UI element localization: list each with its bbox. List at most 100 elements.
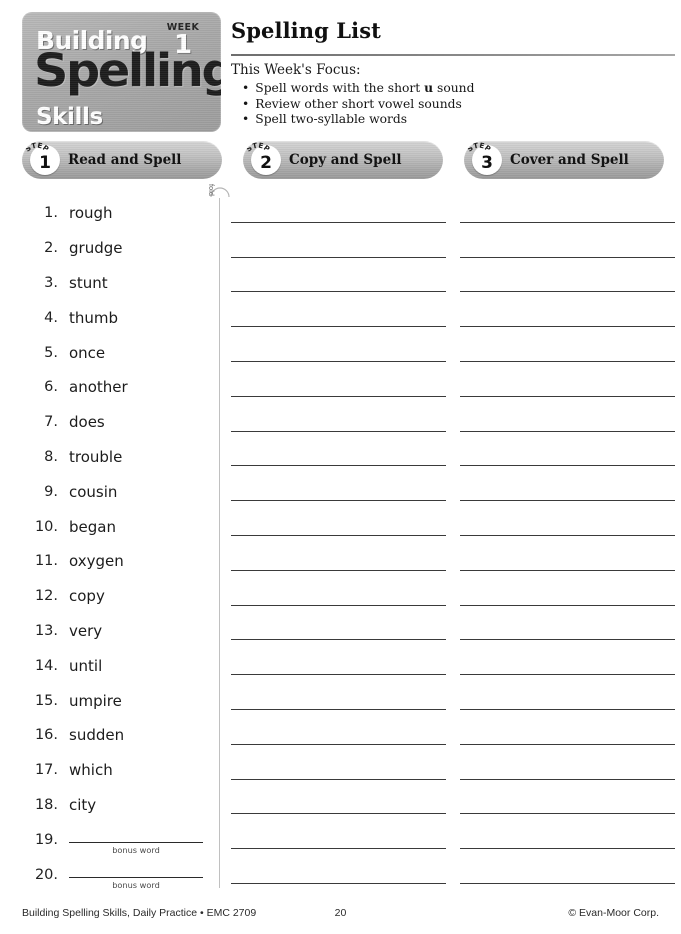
copy-and-spell-line[interactable]	[231, 813, 446, 815]
writing-line-row	[231, 683, 675, 718]
bonus-word-rule[interactable]	[69, 877, 203, 879]
writing-line-row	[231, 509, 675, 544]
copy-and-spell-line[interactable]	[231, 743, 446, 745]
word-list-item: 15. umpire	[24, 683, 214, 718]
copy-and-spell-line[interactable]	[231, 326, 446, 328]
word-text: very	[69, 621, 103, 640]
focus-heading: This Week's Focus:	[231, 62, 361, 78]
word-list-item: 6. another	[24, 370, 214, 405]
word-number: 15.	[34, 692, 58, 709]
writing-line-row	[231, 474, 675, 509]
cover-and-spell-line[interactable]	[460, 813, 675, 815]
step-label-3: Cover and Spell	[510, 152, 629, 168]
fold-label: fold	[207, 184, 214, 197]
writing-line-row	[231, 857, 675, 892]
writing-line-row	[231, 788, 675, 823]
cover-and-spell-line[interactable]	[460, 326, 675, 328]
cover-and-spell-line[interactable]	[460, 256, 675, 258]
page-title: Spelling List	[231, 18, 381, 43]
word-list-item: 16. sudden	[24, 718, 214, 753]
step-label-1: Read and Spell	[68, 152, 182, 168]
cover-and-spell-line[interactable]	[460, 778, 675, 780]
word-text: thumb	[69, 308, 119, 327]
bonus-word-rule[interactable]	[69, 842, 203, 844]
word-text: another	[69, 378, 128, 397]
writing-line-row	[231, 718, 675, 753]
copy-and-spell-line[interactable]	[231, 291, 446, 293]
title-divider	[231, 54, 675, 56]
masthead-logo: Building Spelling Skills WEEK 1	[22, 12, 221, 132]
cover-and-spell-line[interactable]	[460, 674, 675, 676]
word-number: 5.	[44, 344, 58, 361]
writing-line-row	[231, 266, 675, 301]
word-number: 3.	[44, 274, 58, 291]
cover-and-spell-line[interactable]	[460, 882, 675, 884]
word-text: began	[69, 517, 116, 536]
copy-and-spell-line[interactable]	[231, 848, 446, 850]
word-list-item: 9. cousin	[24, 474, 214, 509]
cover-and-spell-line[interactable]	[460, 848, 675, 850]
copy-and-spell-line[interactable]	[231, 674, 446, 676]
writing-line-row	[231, 753, 675, 788]
copy-and-spell-line[interactable]	[231, 882, 446, 884]
copy-and-spell-line[interactable]	[231, 639, 446, 641]
word-number: 11.	[34, 553, 58, 570]
copy-and-spell-line[interactable]	[231, 500, 446, 502]
copy-and-spell-line[interactable]	[231, 569, 446, 571]
copy-and-spell-line[interactable]	[231, 534, 446, 536]
word-list-item: 17. which	[24, 753, 214, 788]
word-list-item: 12. copy	[24, 579, 214, 614]
word-number: 10.	[34, 518, 58, 535]
copy-and-spell-line[interactable]	[231, 604, 446, 606]
worksheet-page: Building Spelling Skills WEEK 1 Spelling…	[0, 0, 681, 934]
writing-line-row	[231, 335, 675, 370]
cover-and-spell-line[interactable]	[460, 500, 675, 502]
word-text: does	[69, 413, 105, 432]
cover-and-spell-line[interactable]	[460, 395, 675, 397]
word-list-item: 20. bonus word	[24, 857, 214, 892]
word-text: stunt	[69, 273, 108, 292]
cover-and-spell-line[interactable]	[460, 708, 675, 710]
copy-and-spell-line[interactable]	[231, 256, 446, 258]
word-text: once	[69, 343, 106, 362]
copy-and-spell-line[interactable]	[231, 430, 446, 432]
cover-and-spell-line[interactable]	[460, 743, 675, 745]
word-text: oxygen	[69, 552, 124, 571]
word-list-item: 5. once	[24, 335, 214, 370]
word-text: copy	[69, 587, 105, 606]
word-text: city	[69, 795, 97, 814]
cover-and-spell-line[interactable]	[460, 291, 675, 293]
word-number: 7.	[44, 414, 58, 431]
copy-and-spell-line[interactable]	[231, 395, 446, 397]
word-text: which	[69, 761, 113, 780]
cover-and-spell-line[interactable]	[460, 465, 675, 467]
writing-line-row	[231, 579, 675, 614]
word-number: 2.	[44, 240, 58, 257]
copy-and-spell-line[interactable]	[231, 465, 446, 467]
word-number: 8.	[44, 448, 58, 465]
writing-lines-grid	[231, 196, 675, 892]
copy-and-spell-line[interactable]	[231, 708, 446, 710]
cover-and-spell-line[interactable]	[460, 569, 675, 571]
copy-and-spell-line[interactable]	[231, 360, 446, 362]
cover-and-spell-line[interactable]	[460, 639, 675, 641]
cover-and-spell-line[interactable]	[460, 430, 675, 432]
word-number: 18.	[34, 796, 58, 813]
fold-tab: fold	[207, 178, 233, 210]
bonus-word-field[interactable]: bonus word	[69, 871, 203, 890]
copy-and-spell-line[interactable]	[231, 778, 446, 780]
copy-and-spell-line[interactable]	[231, 221, 446, 223]
cover-and-spell-line[interactable]	[460, 534, 675, 536]
cover-and-spell-line[interactable]	[460, 221, 675, 223]
bonus-word-field[interactable]: bonus word	[69, 836, 203, 855]
cover-and-spell-line[interactable]	[460, 360, 675, 362]
word-list-item: 14. until	[24, 648, 214, 683]
word-number: 20.	[34, 866, 58, 883]
writing-line-row	[231, 544, 675, 579]
word-list-item: 18. city	[24, 788, 214, 823]
cover-and-spell-line[interactable]	[460, 604, 675, 606]
word-list-item: 3. stunt	[24, 266, 214, 301]
word-list-item: 19. bonus word	[24, 822, 214, 857]
word-text: sudden	[69, 726, 125, 745]
masthead-line-skills: Skills	[36, 104, 103, 130]
